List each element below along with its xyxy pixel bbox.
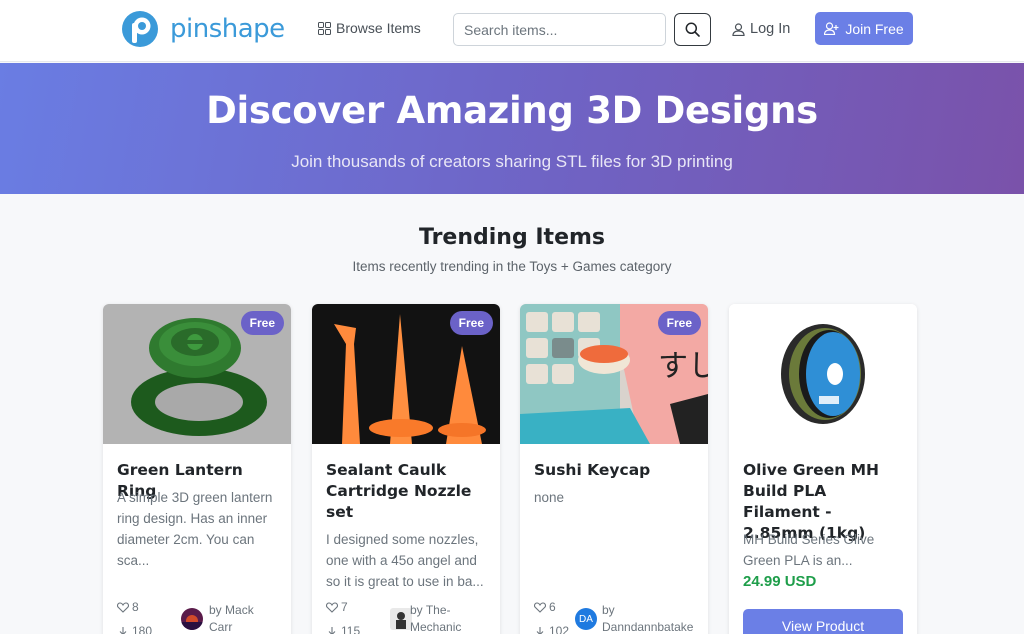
download-icon	[119, 626, 127, 634]
author-name[interactable]: by Mack Carr	[209, 602, 279, 634]
pinshape-logo[interactable]: pinshape	[120, 9, 285, 49]
downloads-value: 115	[341, 624, 361, 634]
item-title[interactable]: Sealant Caulk Cartridge Nozzle set	[326, 460, 490, 523]
item-card[interactable]: Free Sealant Caulk Cartridge Nozzle set …	[312, 304, 500, 634]
user-plus-icon	[824, 22, 839, 35]
free-badge: Free	[657, 311, 701, 335]
author-name[interactable]: by Danndannbatake	[602, 602, 702, 634]
downloads-count: 115	[326, 624, 360, 634]
heart-icon	[326, 601, 338, 613]
orange-nozzles-image[interactable]: Free	[312, 304, 500, 444]
green-ring-image[interactable]: Free	[103, 304, 291, 444]
author-name[interactable]: by The-Mechanic	[410, 602, 490, 634]
downloads-value: 102	[549, 624, 570, 634]
logo-text: pinshape	[170, 14, 285, 44]
svg-text:すし: すし	[658, 349, 708, 384]
downloads-count: 180	[117, 624, 152, 634]
downloads-value: 180	[132, 624, 153, 634]
free-badge: Free	[240, 311, 284, 335]
likes-count[interactable]: 6	[534, 600, 556, 614]
pinshape-logo-icon	[122, 11, 158, 47]
top-navbar: pinshape Browse Items Log In Join	[0, 0, 1024, 62]
avatar[interactable]: DA	[575, 608, 597, 630]
filament-spool-image[interactable]	[729, 304, 917, 444]
download-icon	[536, 626, 544, 634]
avatar[interactable]	[390, 608, 412, 630]
browse-items-link[interactable]: Browse Items	[318, 20, 421, 36]
join-free-button[interactable]: Join Free	[815, 12, 913, 45]
likes-count[interactable]: 7	[326, 600, 348, 614]
view-product-button[interactable]: View Product	[743, 609, 903, 634]
hero-subtitle: Join thousands of creators sharing STL f…	[291, 152, 733, 171]
hero-title: Discover Amazing 3D Designs	[206, 89, 818, 132]
login-link[interactable]: Log In	[732, 21, 790, 37]
item-title[interactable]: Sushi Keycap	[534, 460, 698, 481]
likes-value: 8	[132, 600, 139, 614]
product-price: 24.99 USD	[743, 573, 817, 590]
item-card[interactable]: Free Green Lantern Ring A simple 3D gree…	[103, 304, 291, 634]
login-label: Log In	[750, 21, 791, 37]
free-badge: Free	[449, 311, 493, 335]
heart-icon	[534, 601, 546, 613]
browse-items-label: Browse Items	[336, 20, 421, 36]
hero-banner: Discover Amazing 3D Designs Join thousan…	[0, 63, 1024, 194]
search-icon	[685, 22, 700, 37]
section-title: Trending Items	[418, 225, 606, 250]
item-description: A simple 3D green lantern ring design. H…	[117, 490, 273, 568]
search-button[interactable]	[674, 13, 711, 46]
download-icon	[328, 626, 336, 634]
section-subtitle: Items recently trending in the Toys + Ga…	[352, 259, 672, 274]
heart-icon	[117, 601, 129, 613]
item-description: I designed some nozzles, one with a 45o …	[326, 532, 484, 589]
likes-value: 6	[549, 600, 556, 614]
product-card[interactable]: Olive Green MH Build PLA Filament - 2.85…	[729, 304, 917, 634]
product-description: MH Build Series Olive Green PLA is an...	[743, 532, 875, 568]
user-icon	[732, 22, 745, 36]
avatar[interactable]	[181, 608, 203, 630]
item-description: none	[534, 490, 565, 505]
likes-value: 7	[341, 600, 348, 614]
search-input[interactable]	[453, 13, 666, 46]
likes-count[interactable]: 8	[117, 600, 139, 614]
item-card[interactable]: すし Free Sushi Keycap none 6 102 DA by Dan…	[520, 304, 708, 634]
join-free-label: Join Free	[845, 20, 904, 37]
downloads-count: 102	[534, 624, 569, 634]
sushi-keycap-image[interactable]: すし Free	[520, 304, 708, 444]
grid-icon	[318, 21, 331, 35]
